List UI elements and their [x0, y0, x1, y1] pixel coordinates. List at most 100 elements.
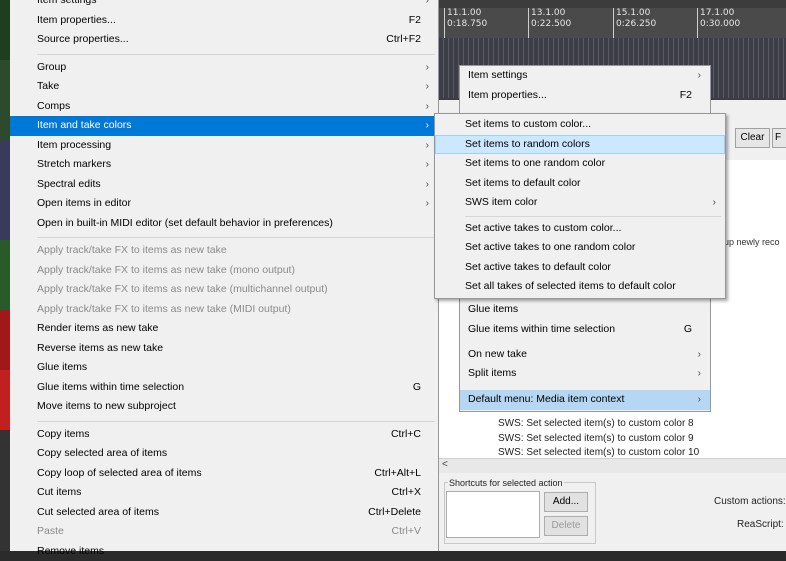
menu-item-glue-items[interactable]: Glue items: [10, 358, 438, 378]
menu-item-shortcut: G: [684, 320, 692, 340]
menu-item-set-active-takes-to-default-color[interactable]: Set active takes to default color: [435, 258, 725, 278]
menu-item-apply-track-take-fx-to-items-as-new-take-multichannel-output[interactable]: Apply track/take FX to items as new take…: [10, 280, 438, 300]
chevron-right-icon: ›: [698, 66, 701, 86]
delete-shortcut-button[interactable]: Delete: [544, 516, 588, 536]
menu-item-label: Open in built-in MIDI editor (set defaul…: [37, 214, 333, 234]
menu-item-item-settings[interactable]: Item settings ›: [460, 66, 710, 86]
menu-item-set-items-to-one-random-color[interactable]: Set items to one random color: [435, 154, 725, 174]
menu-item-paste[interactable]: PasteCtrl+V: [10, 522, 438, 542]
menu-item-label: Cut selected area of items: [37, 503, 159, 523]
menu-item-item-properties[interactable]: Item properties... F2: [460, 86, 710, 106]
menu-item-label: Set active takes to custom color...: [465, 219, 621, 239]
menu-item-set-items-to-default-color[interactable]: Set items to default color: [435, 174, 725, 194]
ruler-tick: 15.1.000:26.250: [613, 8, 656, 38]
chevron-right-icon: ›: [426, 116, 429, 136]
menu-item-shortcut: F2: [409, 11, 421, 31]
menu-item-label: Copy selected area of items: [37, 444, 167, 464]
menu-item-apply-track-take-fx-to-items-as-new-take[interactable]: Apply track/take FX to items as new take: [10, 241, 438, 261]
menu-item-group[interactable]: Group›: [10, 58, 438, 78]
menu-item-item-settings[interactable]: Item settings›: [10, 0, 438, 11]
chevron-right-icon: ›: [698, 364, 701, 384]
menu-item-label: Glue items within time selection: [468, 320, 615, 340]
menu-item-glue-items-within-time-selection[interactable]: Glue items within time selection G: [460, 320, 710, 340]
chevron-right-icon: ›: [426, 58, 429, 78]
horizontal-scrollbar[interactable]: <: [438, 458, 786, 473]
scroll-left-icon[interactable]: <: [442, 459, 448, 470]
menu-item-default-menu-media-item-context[interactable]: Default menu: Media item context ›: [460, 390, 710, 410]
menu-item-move-items-to-new-subproject[interactable]: Move items to new subproject: [10, 397, 438, 417]
menu-item-item-properties[interactable]: Item properties...F2: [10, 11, 438, 31]
menu-item-label: Glue items: [37, 358, 87, 378]
menu-item-shortcut: F2: [680, 86, 692, 106]
clear-button[interactable]: Clear: [735, 128, 770, 148]
menu-item-apply-track-take-fx-to-items-as-new-take-midi-output[interactable]: Apply track/take FX to items as new take…: [10, 300, 438, 320]
menu-item-on-new-take[interactable]: On new take›: [460, 345, 710, 365]
menu-item-label: Move items to new subproject: [37, 397, 176, 417]
menu-item-copy-loop-of-selected-area-of-items[interactable]: Copy loop of selected area of itemsCtrl+…: [10, 464, 438, 484]
chevron-right-icon: ›: [426, 155, 429, 175]
menu-item-glue-items[interactable]: Glue items: [460, 300, 710, 320]
menu-item-render-items-as-new-take[interactable]: Render items as new take: [10, 319, 438, 339]
ruler-tick: 13.1.000:22.500: [528, 8, 571, 38]
menu-item-label: Item properties...: [468, 86, 547, 106]
menu-item-label: Reverse items as new take: [37, 339, 163, 359]
menu-item-cut-items[interactable]: Cut itemsCtrl+X: [10, 483, 438, 503]
menu-item-take[interactable]: Take›: [10, 77, 438, 97]
menu-item-set-all-takes-of-selected-items-to-default-color[interactable]: Set all takes of selected items to defau…: [435, 277, 725, 297]
menu-item-label: Split items: [468, 364, 516, 384]
add-shortcut-button[interactable]: Add...: [544, 492, 588, 512]
menu-item-set-active-takes-to-one-random-color[interactable]: Set active takes to one random color: [435, 238, 725, 258]
menu-separator: [465, 216, 721, 217]
menu-item-set-items-to-random-colors[interactable]: Set items to random colors: [435, 135, 725, 155]
menu-item-split-items[interactable]: Split items ›: [460, 364, 710, 384]
timeline-ruler[interactable]: 11.1.000:18.750 13.1.000:22.500 15.1.000…: [438, 8, 786, 38]
shortcuts-group-label: Shortcuts for selected action: [448, 478, 564, 488]
ruler-tick: 17.1.000:30.000: [697, 8, 740, 38]
chevron-right-icon: ›: [426, 97, 429, 117]
menu-item-comps[interactable]: Comps ›: [10, 97, 438, 117]
item-take-colors-submenu: Set items to custom color...Set items to…: [434, 113, 726, 299]
chevron-right-icon: ›: [713, 193, 716, 213]
menu-item-label: Open items in editor: [37, 194, 131, 214]
menu-item-glue-items-within-time-selection[interactable]: Glue items within time selectionG: [10, 378, 438, 398]
menu-item-label: Set active takes to one random color: [465, 238, 635, 258]
action-row[interactable]: SWS: Set selected item(s) to custom colo…: [498, 447, 699, 458]
menu-item-copy-selected-area-of-items[interactable]: Copy selected area of items: [10, 444, 438, 464]
menu-item-cut-selected-area-of-items[interactable]: Cut selected area of items Ctrl+Delete: [10, 503, 438, 523]
menu-item-remove-items[interactable]: Remove items: [10, 542, 438, 561]
menu-item-label: Default menu: Media item context: [468, 390, 624, 410]
menu-item-set-active-takes-to-custom-color[interactable]: Set active takes to custom color...: [435, 219, 725, 239]
menu-item-sws-item-color[interactable]: SWS item color›: [435, 193, 725, 213]
menu-item-set-items-to-custom-color[interactable]: Set items to custom color...: [435, 115, 725, 135]
action-row[interactable]: SWS: Set selected item(s) to custom colo…: [498, 433, 694, 444]
menu-item-open-in-built-in-midi-editor-set-default-behavior-in-preferences[interactable]: Open in built-in MIDI editor (set defaul…: [10, 214, 438, 234]
menu-item-open-items-in-editor[interactable]: Open items in editor›: [10, 194, 438, 214]
menu-item-label: Spectral edits: [37, 175, 101, 195]
menu-item-item-and-take-colors[interactable]: Item and take colors ›: [10, 116, 438, 136]
menu-item-label: Set items to default color: [465, 174, 581, 194]
menu-separator: [37, 421, 435, 422]
chevron-right-icon: ›: [426, 136, 429, 156]
menu-item-label: Item settings: [468, 66, 528, 86]
item-context-menu: Item settings›Item properties...F2Source…: [10, 0, 439, 551]
filter-button[interactable]: F: [772, 128, 786, 148]
chevron-right-icon: ›: [698, 390, 701, 410]
menu-item-shortcut: Ctrl+V: [392, 522, 421, 542]
menu-item-label: Item and take colors: [37, 116, 132, 136]
menu-item-source-properties[interactable]: Source properties...Ctrl+F2: [10, 30, 438, 50]
menu-item-apply-track-take-fx-to-items-as-new-take-mono-output[interactable]: Apply track/take FX to items as new take…: [10, 261, 438, 281]
menu-item-stretch-markers[interactable]: Stretch markers›: [10, 155, 438, 175]
menu-item-reverse-items-as-new-take[interactable]: Reverse items as new take: [10, 339, 438, 359]
menu-item-label: Comps: [37, 97, 70, 117]
menu-item-label: Apply track/take FX to items as new take…: [37, 280, 328, 300]
chevron-right-icon: ›: [426, 77, 429, 97]
menu-item-spectral-edits[interactable]: Spectral edits›: [10, 175, 438, 195]
menu-item-item-processing[interactable]: Item processing›: [10, 136, 438, 156]
shortcuts-list[interactable]: [446, 491, 540, 538]
menu-item-label: Set items to custom color...: [465, 115, 591, 135]
menu-item-label: Source properties...: [37, 30, 129, 50]
menu-item-copy-items[interactable]: Copy itemsCtrl+C: [10, 425, 438, 445]
action-row[interactable]: SWS: Set selected item(s) to custom colo…: [498, 418, 694, 429]
action-list-partial-text: up newly reco: [724, 237, 780, 247]
menu-item-shortcut: Ctrl+Delete: [368, 503, 421, 523]
